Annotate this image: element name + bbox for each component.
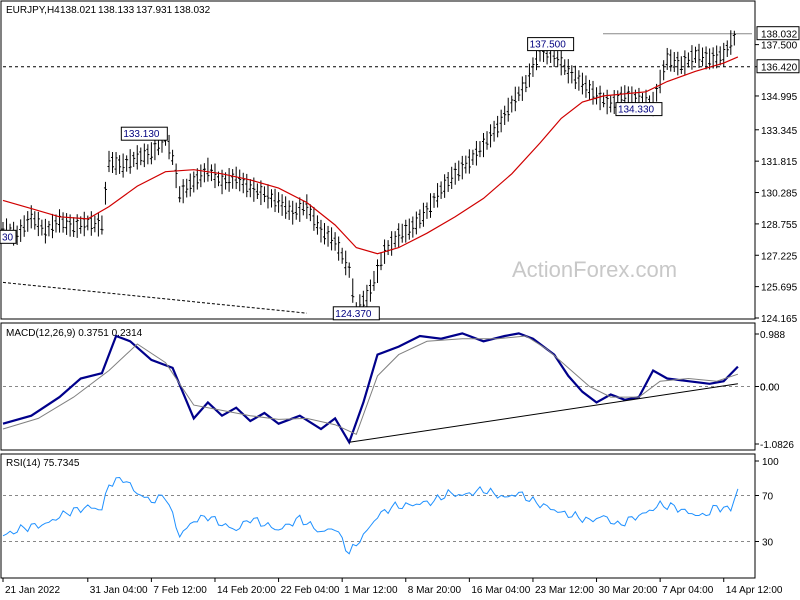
x-tick-label: 21 Jan 2022 bbox=[5, 585, 60, 596]
price-low: 137.931 bbox=[136, 5, 173, 16]
current-price-label: 138.032 bbox=[761, 30, 798, 41]
price-annotation-label: 133.130 bbox=[123, 129, 160, 140]
price-y-tick-label: 125.695 bbox=[761, 283, 798, 294]
price-y-tick-label: 131.815 bbox=[761, 157, 798, 168]
x-tick-label: 14 Apr 12:00 bbox=[726, 585, 783, 596]
rsi-y-tick-label: 70 bbox=[762, 492, 774, 503]
price-y-tick-label: 127.225 bbox=[761, 251, 798, 262]
price-y-tick-label: 137.500 bbox=[761, 41, 798, 52]
x-tick-label: 8 Mar 20:00 bbox=[408, 585, 462, 596]
rsi-y-tick-label: 100 bbox=[762, 457, 779, 468]
macd-y-tick-label: -1.0826 bbox=[760, 440, 794, 451]
x-tick-label: 22 Feb 04:00 bbox=[281, 585, 340, 596]
x-tick-label: 7 Feb 12:00 bbox=[153, 585, 207, 596]
x-tick-label: 23 Mar 12:00 bbox=[535, 585, 594, 596]
rsi-y-tick-label: 30 bbox=[762, 538, 774, 549]
price-y-tick-label: 128.755 bbox=[761, 220, 798, 231]
price-annotation-label: 134.330 bbox=[618, 105, 655, 116]
watermark: ActionForex.com bbox=[512, 257, 677, 282]
x-tick-label: 16 Mar 04:00 bbox=[471, 585, 530, 596]
price-y-tick-label: 133.345 bbox=[761, 126, 798, 137]
price-annotation-label: 137.500 bbox=[530, 40, 567, 51]
price-y-tick-label: 124.165 bbox=[761, 314, 798, 325]
price-high: 138.133 bbox=[98, 5, 135, 16]
price-close: 138.032 bbox=[174, 5, 211, 16]
price-y-tick-label: 130.285 bbox=[761, 189, 798, 200]
x-tick-label: 1 Mar 12:00 bbox=[344, 585, 398, 596]
x-tick-label: 14 Feb 20:00 bbox=[217, 585, 276, 596]
x-tick-label: 7 Apr 04:00 bbox=[662, 585, 714, 596]
rsi-panel-title: RSI(14) 75.7345 bbox=[6, 458, 80, 469]
price-y-tick-label: 134.995 bbox=[761, 92, 798, 103]
x-tick-label: 31 Jan 04:00 bbox=[90, 585, 148, 596]
price-annotation-label: 30 bbox=[2, 232, 14, 243]
price-y-tick-label: 136.420 bbox=[761, 63, 798, 74]
macd-zero-label: 0.00 bbox=[760, 382, 780, 393]
price-annotation-label: 124.370 bbox=[335, 309, 372, 320]
macd-y-tick-label: 0.988 bbox=[760, 330, 785, 341]
chart-canvas: EURJPY,H4 138.021 138.133 137.931 138.03… bbox=[0, 0, 800, 600]
x-tick-label: 30 Mar 20:00 bbox=[599, 585, 658, 596]
price-panel-title: EURJPY,H4 bbox=[6, 5, 60, 16]
price-open: 138.021 bbox=[60, 5, 97, 16]
